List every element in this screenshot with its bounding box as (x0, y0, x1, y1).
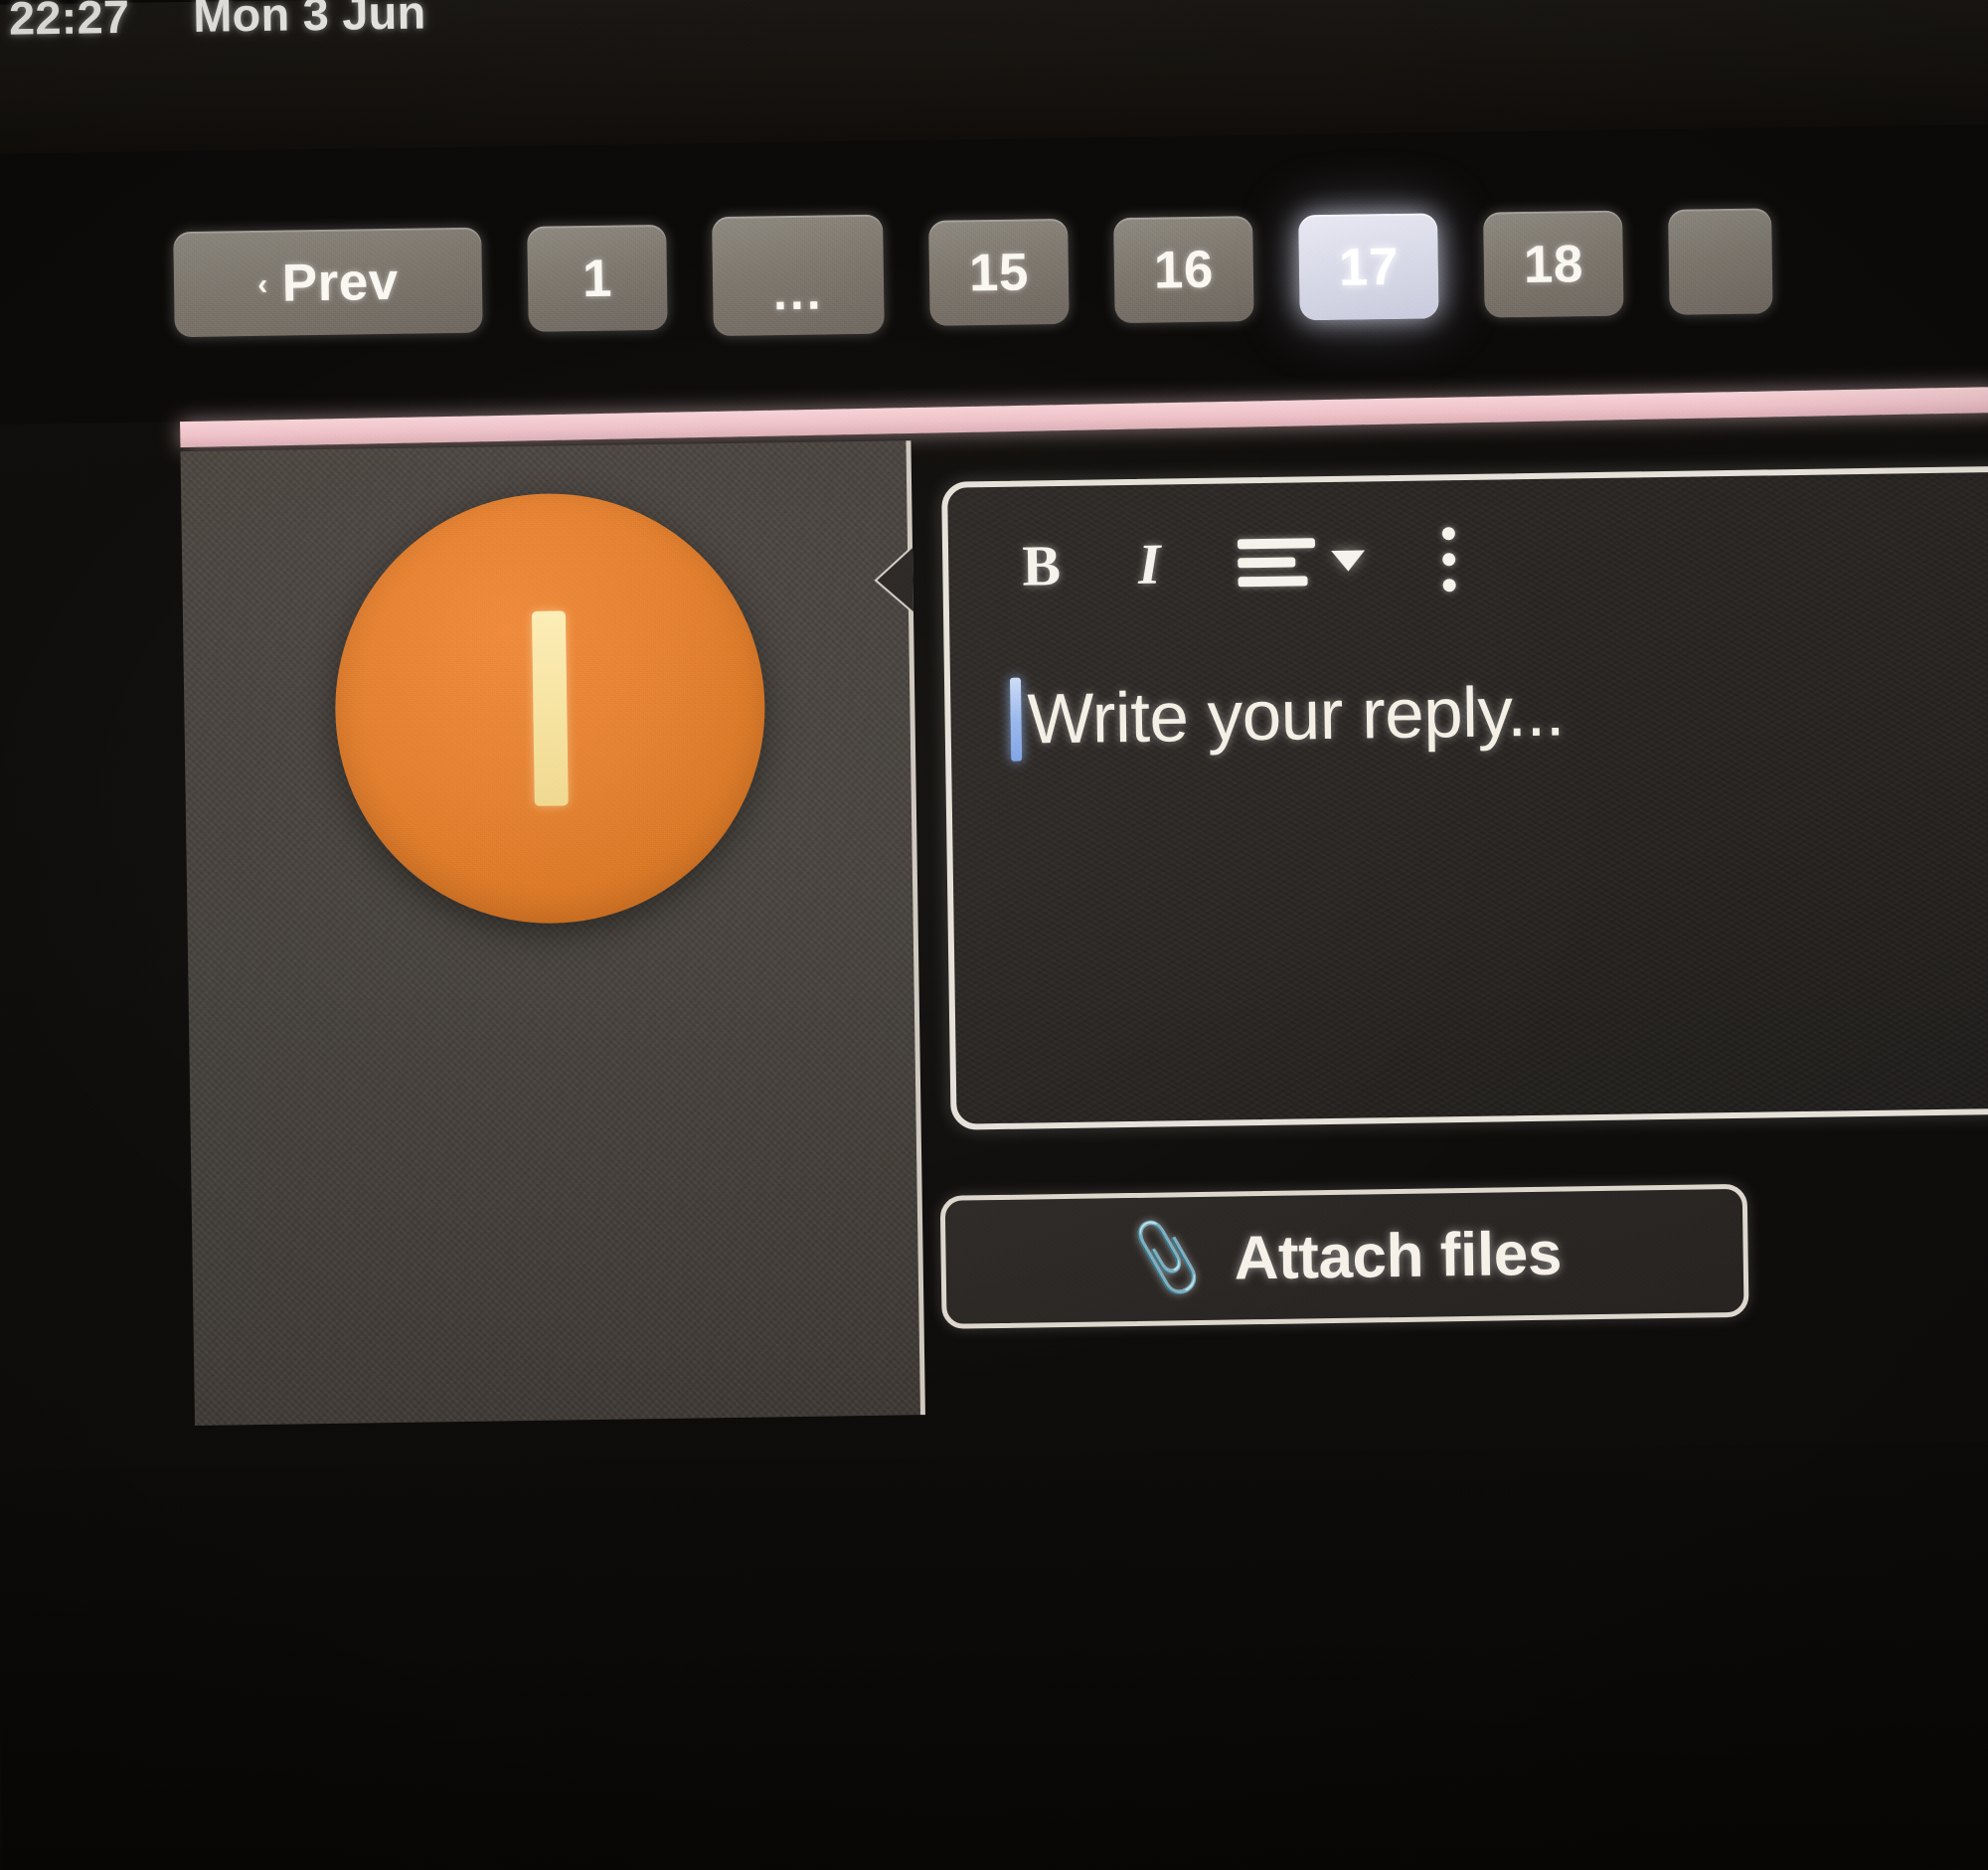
chevron-left-icon: ‹ (257, 267, 269, 301)
more-options-icon[interactable] (1442, 527, 1456, 593)
reply-placeholder-text: Write your reply... (1026, 672, 1566, 760)
pagination-buttons: ‹ Prev 1 ... 15 16 17 18 (173, 201, 1773, 344)
pagination-page-18[interactable]: 18 (1483, 210, 1624, 318)
pagination-bar: ‹ Prev 1 ... 15 16 17 18 (0, 124, 1988, 425)
paperclip-icon: 📎 (1121, 1217, 1211, 1300)
pagination-page-label: 15 (968, 242, 1030, 302)
editor-toolbar: B I (1022, 526, 1456, 598)
italic-glyph: I (1137, 531, 1162, 596)
bold-icon[interactable]: B (1022, 532, 1062, 599)
avatar-glyph-icon (531, 610, 569, 806)
attach-files-label: Attach files (1234, 1219, 1563, 1292)
speech-bubble-tail-icon (877, 548, 913, 612)
attach-files-button[interactable]: 📎 Attach files (939, 1183, 1749, 1329)
pagination-page-17-current[interactable]: 17 (1298, 213, 1439, 321)
reply-editor[interactable]: B I Write your reply... (941, 465, 1988, 1130)
device-screen: 22:27 Mon 3 Jun ‹ Prev 1 ... 15 16 17 18… (0, 0, 1988, 1870)
pagination-page-label: 17 (1338, 237, 1400, 297)
reply-panel: B I Write your reply... 📎 Attach files (877, 425, 1988, 1415)
pagination-page-label: 18 (1523, 234, 1584, 294)
pagination-page-16[interactable]: 16 (1113, 216, 1254, 324)
pagination-ellipsis: ... (712, 214, 885, 337)
pagination-page-15[interactable]: 15 (928, 218, 1070, 326)
pagination-page-label: 16 (1153, 240, 1215, 300)
italic-icon[interactable]: I (1137, 531, 1161, 597)
pagination-prev-button[interactable]: ‹ Prev (173, 227, 483, 338)
bold-glyph: B (1021, 533, 1062, 598)
pagination-page-label: ... (772, 263, 824, 321)
status-bar-date: Mon 3 Jun (192, 0, 426, 42)
pagination-next-page-clipped[interactable] (1668, 208, 1773, 315)
pagination-page-1[interactable]: 1 (527, 224, 668, 332)
avatar-panel (180, 440, 925, 1427)
status-bar-time: 22:27 (8, 0, 130, 45)
message-thread-row: B I Write your reply... 📎 Attach files (180, 425, 1988, 1445)
kebab-menu-icon (1442, 527, 1456, 593)
chevron-down-icon (1331, 550, 1366, 572)
pagination-prev-label: Prev (281, 252, 400, 313)
align-left-icon (1238, 537, 1316, 587)
text-cursor (1009, 677, 1023, 762)
reply-input-row[interactable]: Write your reply... (1009, 670, 1566, 762)
screen-photo: 22:27 Mon 3 Jun ‹ Prev 1 ... 15 16 17 18… (0, 0, 1988, 1870)
align-left-dropdown[interactable] (1238, 537, 1366, 587)
page-background-lower (0, 1441, 1988, 1870)
pagination-page-label: 1 (581, 249, 613, 308)
